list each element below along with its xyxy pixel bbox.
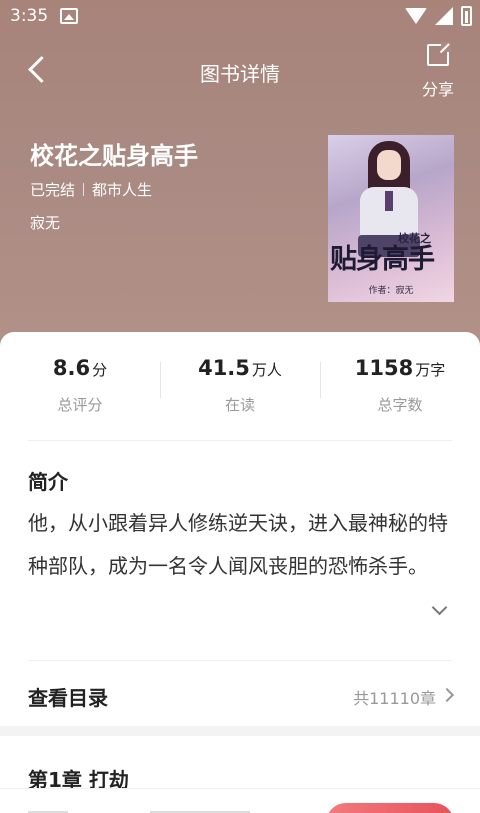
status-time: 3:35 [10,6,49,26]
stat-value: 8.6 [52,356,91,380]
cover-title-big: 贴身高手 [330,244,435,275]
stat-word-count: 1158 万字 总字数 [320,356,480,426]
stat-rating: 8.6 分 总评分 [0,356,160,426]
stat-label: 在读 [224,396,255,414]
share-button[interactable]: 分享 [418,42,458,99]
wifi-icon [405,8,427,24]
status-icons [405,6,472,26]
stat-value: 41.5 [198,356,250,380]
page-title: 图书详情 [200,62,280,86]
expand-chevron-icon[interactable] [430,600,450,620]
book-status: 已完结 [30,181,76,199]
chevron-right-icon [442,689,454,701]
stat-label: 总字数 [377,396,423,414]
stat-unit: 分 [92,361,108,379]
stat-readers: 41.5 万人 在读 [160,356,320,426]
read-button[interactable] [326,803,454,813]
battery-icon [461,6,472,26]
bottom-action-bar [0,788,480,813]
catalog-title: 查看目录 [28,686,108,710]
section-divider [28,440,452,441]
book-detail-card: 8.6 分 总评分 41.5 万人 在读 1158 万字 总字数 简介 他，从小跟着异… [0,332,480,813]
stat-label: 总评分 [57,396,103,414]
catalog-count: 共11110章 [353,689,436,708]
catalog-row[interactable]: 查看目录 共11110章 [0,670,480,726]
status-bar: 3:35 [0,0,480,34]
share-icon [427,42,451,66]
signal-icon [435,7,453,25]
gallery-icon [60,8,78,24]
book-category[interactable]: 都市人生 [92,179,152,200]
book-author[interactable]: 寂无 [30,212,60,233]
cover-art-tie [385,191,393,211]
book-title: 校花之贴身高手 [30,142,198,170]
intro-text: 他，从小跟着异人修练逆天诀，进入最神秘的特种部队，成为一名令人闻风丧胆的恐怖杀手… [28,511,448,578]
stat-unit: 万字 [415,361,446,379]
share-label: 分享 [421,80,454,99]
section-gap [0,726,480,736]
book-meta: 已完结 都市人生 [30,179,152,200]
stat-value: 1158 [354,356,414,380]
stat-unit: 万人 [251,361,282,379]
section-divider [28,660,452,661]
book-stats: 8.6 分 总评分 41.5 万人 在读 1158 万字 总字数 [0,356,480,426]
book-cover: 校花之 贴身高手 作者：寂无 [328,135,454,302]
meta-divider [83,183,85,196]
intro-title: 简介 [28,470,68,494]
cover-author-line: 作者：寂无 [368,286,414,296]
cover-art-face [377,150,401,180]
